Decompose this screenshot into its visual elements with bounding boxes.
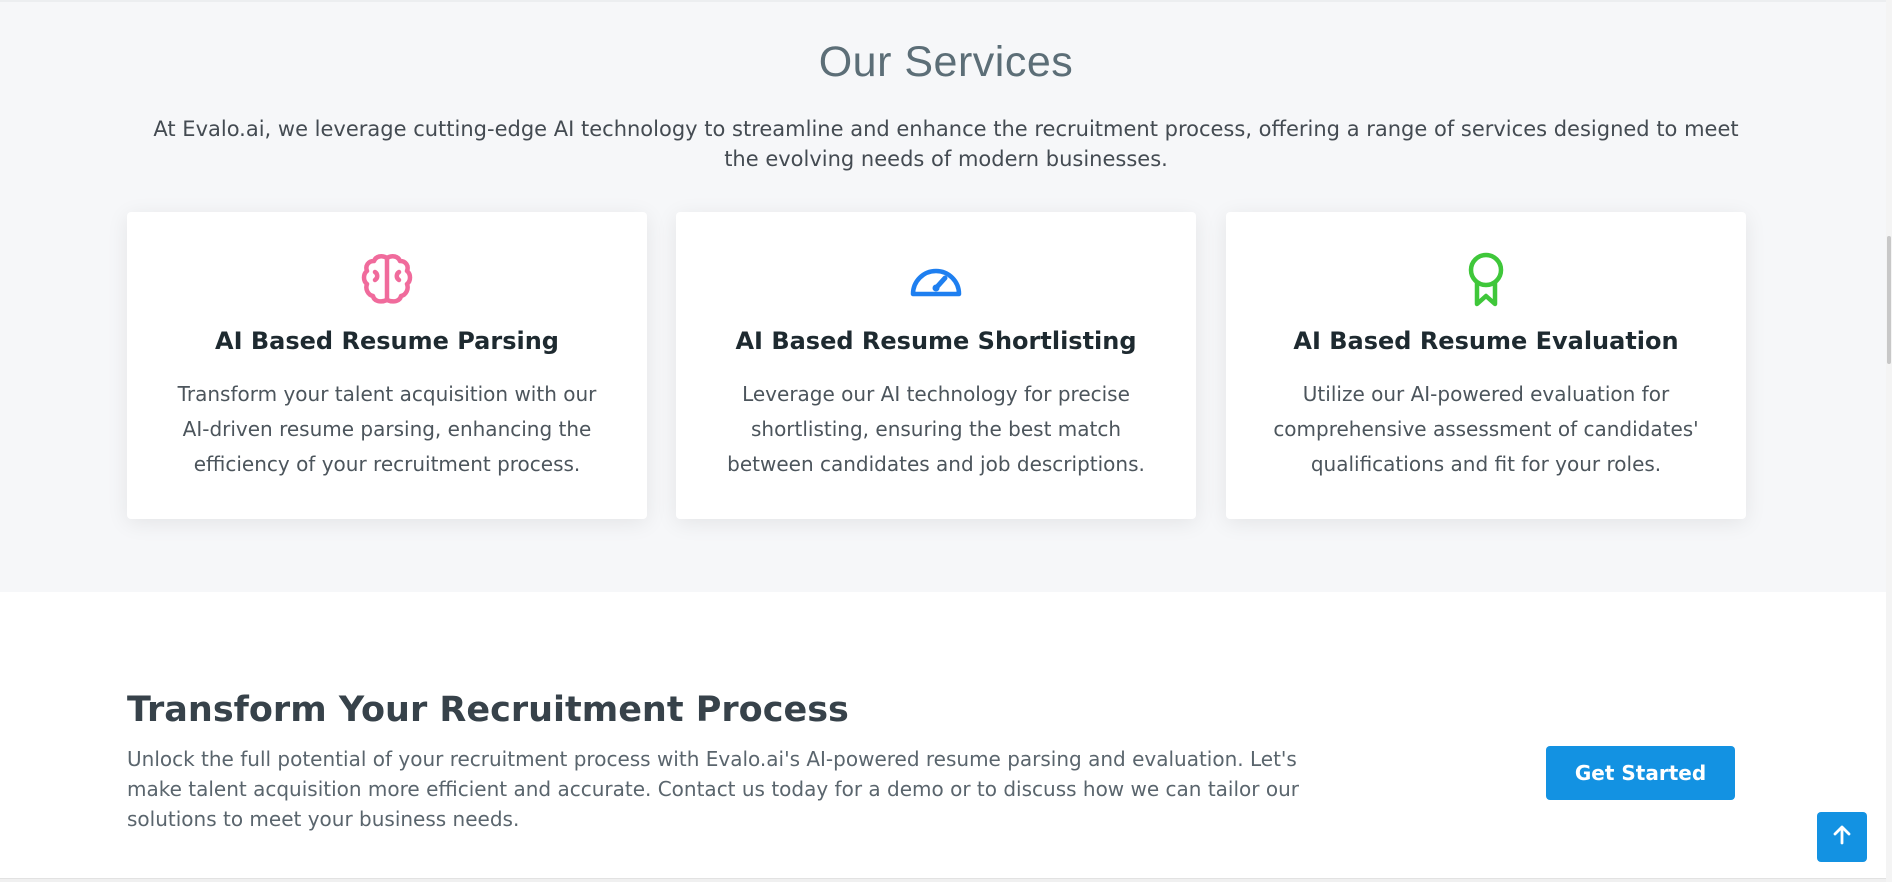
service-card-title: AI Based Resume Shortlisting bbox=[735, 327, 1137, 355]
service-card-title: AI Based Resume Evaluation bbox=[1293, 327, 1679, 355]
service-card-parsing: AI Based Resume Parsing Transform your t… bbox=[127, 212, 647, 519]
scrollbar[interactable] bbox=[1886, 0, 1892, 882]
service-card-text: Leverage our AI technology for precise s… bbox=[727, 382, 1145, 476]
page-bottom-edge bbox=[0, 878, 1886, 882]
service-card-evaluation: AI Based Resume Evaluation Utilize our A… bbox=[1226, 212, 1746, 519]
cta-title: Transform Your Recruitment Process bbox=[127, 690, 849, 730]
service-card-text: Transform your talent acquisition with o… bbox=[177, 382, 597, 476]
brain-icon bbox=[127, 252, 647, 308]
service-card-title: AI Based Resume Parsing bbox=[215, 327, 559, 355]
cta-text: Unlock the full potential of your recrui… bbox=[127, 747, 1299, 831]
service-card-text: Utilize our AI-powered evaluation for co… bbox=[1273, 382, 1699, 476]
award-icon bbox=[1226, 252, 1746, 308]
services-title: Our Services bbox=[818, 38, 1074, 86]
service-card-shortlisting: AI Based Resume Shortlisting Leverage ou… bbox=[676, 212, 1196, 519]
get-started-button[interactable]: Get Started bbox=[1546, 746, 1735, 800]
page: Our Services At Evalo.ai, we leverage cu… bbox=[0, 0, 1892, 882]
scrollbar-thumb[interactable] bbox=[1887, 236, 1891, 364]
speedometer-icon bbox=[676, 252, 1196, 308]
arrow-up-icon bbox=[1831, 824, 1853, 851]
services-section: Our Services At Evalo.ai, we leverage cu… bbox=[0, 0, 1892, 592]
back-to-top-button[interactable] bbox=[1817, 812, 1867, 862]
services-intro: At Evalo.ai, we leverage cutting-edge AI… bbox=[153, 117, 1739, 171]
